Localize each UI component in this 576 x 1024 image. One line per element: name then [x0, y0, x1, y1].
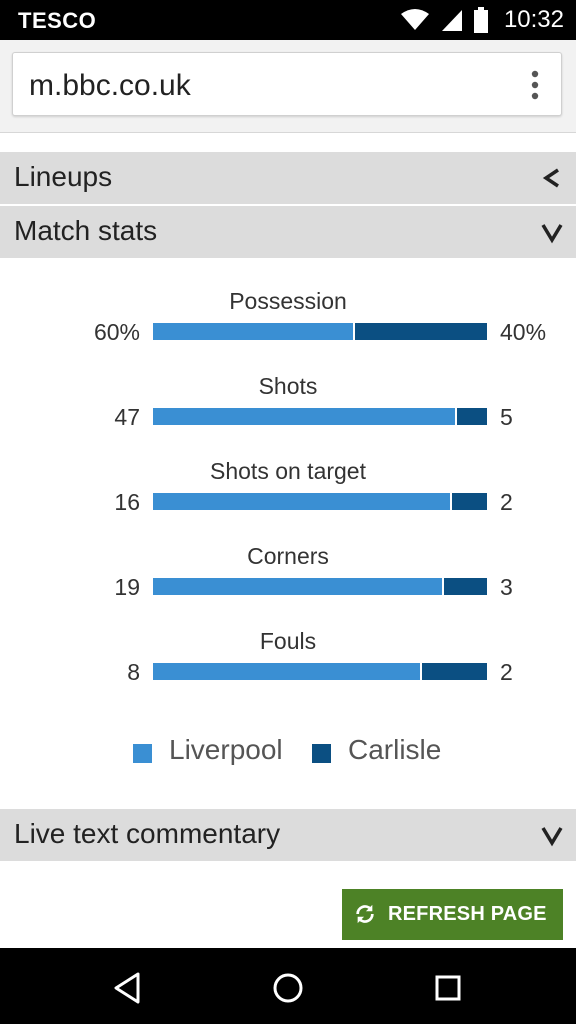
stat-title-fouls: Fouls — [259, 628, 317, 654]
legend-label-carlisle: Carlisle — [348, 734, 442, 765]
battery-icon — [473, 7, 488, 33]
legend-label-liverpool: Liverpool — [169, 734, 283, 765]
refresh-page-label: REFRESH PAGE — [388, 903, 547, 925]
stat-bar — [153, 663, 487, 680]
stat-bar — [153, 578, 487, 595]
stat-bar-home-segment — [153, 578, 442, 595]
stat-bar-away-segment — [454, 408, 487, 425]
home-icon[interactable] — [268, 968, 308, 1008]
stat-value-home: 47 — [114, 404, 140, 430]
chevron-down-icon — [541, 224, 563, 244]
stat-bar-away-segment — [420, 663, 487, 680]
stats-legend: Liverpool Carlisle — [0, 732, 576, 772]
stat-title-shots: Shots — [258, 373, 318, 399]
signal-icon — [441, 10, 462, 31]
stat-bar-home-segment — [153, 323, 354, 340]
stat-bar — [153, 323, 487, 340]
match-stats-section-header[interactable]: Match stats — [0, 206, 576, 258]
status-bar: TESCO 10:32 — [0, 0, 576, 40]
live-commentary-label: Live text commentary — [14, 818, 281, 849]
stat-bar-home-segment — [153, 408, 455, 425]
browser-toolbar: m.bbc.co.uk — [0, 40, 576, 133]
match-stats-label: Match stats — [14, 215, 158, 246]
legend-swatch-liverpool — [133, 744, 152, 763]
back-icon[interactable] — [108, 968, 148, 1008]
chevron-left-icon — [542, 168, 559, 188]
status-icons: 10:32 — [400, 6, 564, 34]
recents-icon[interactable] — [428, 968, 468, 1008]
url-bar[interactable]: m.bbc.co.uk — [12, 52, 562, 116]
stat-bar — [153, 493, 487, 510]
legend-swatch-carlisle — [312, 744, 331, 763]
refresh-page-button[interactable]: REFRESH PAGE — [342, 889, 563, 940]
stat-value-home: 16 — [114, 489, 140, 515]
stat-value-away: 40% — [500, 319, 547, 345]
live-commentary-section-header[interactable]: Live text commentary — [0, 809, 576, 861]
stat-bar-away-segment — [353, 323, 487, 340]
stat-title-possession: Possession — [229, 288, 347, 314]
stat-value-away: 2 — [500, 659, 513, 685]
lineups-label: Lineups — [14, 161, 113, 192]
refresh-icon — [356, 904, 374, 924]
stat-bar — [153, 408, 487, 425]
stat-value-home: 8 — [127, 659, 140, 685]
stat-bar-away-segment — [449, 493, 487, 510]
stat-value-away: 2 — [500, 489, 513, 515]
stat-bar-home-segment — [153, 663, 421, 680]
stat-value-home: 19 — [114, 574, 140, 600]
clock: 10:32 — [503, 6, 564, 33]
chevron-down-icon — [541, 827, 563, 847]
overflow-menu-icon[interactable] — [531, 70, 539, 100]
stat-value-away: 3 — [500, 574, 513, 600]
stat-bar-home-segment — [153, 493, 450, 510]
wifi-icon — [400, 9, 429, 30]
carrier-name: TESCO — [18, 8, 97, 33]
system-nav-bar — [0, 948, 576, 1024]
stat-title-shots-on-target: Shots on target — [210, 458, 366, 484]
stat-bar-away-segment — [441, 578, 487, 595]
stat-title-corners: Corners — [247, 543, 329, 569]
stat-value-away: 5 — [500, 404, 513, 430]
stat-value-home: 60% — [93, 319, 140, 345]
lineups-section-header[interactable]: Lineups — [0, 152, 576, 204]
url-text[interactable]: m.bbc.co.uk — [29, 69, 191, 103]
